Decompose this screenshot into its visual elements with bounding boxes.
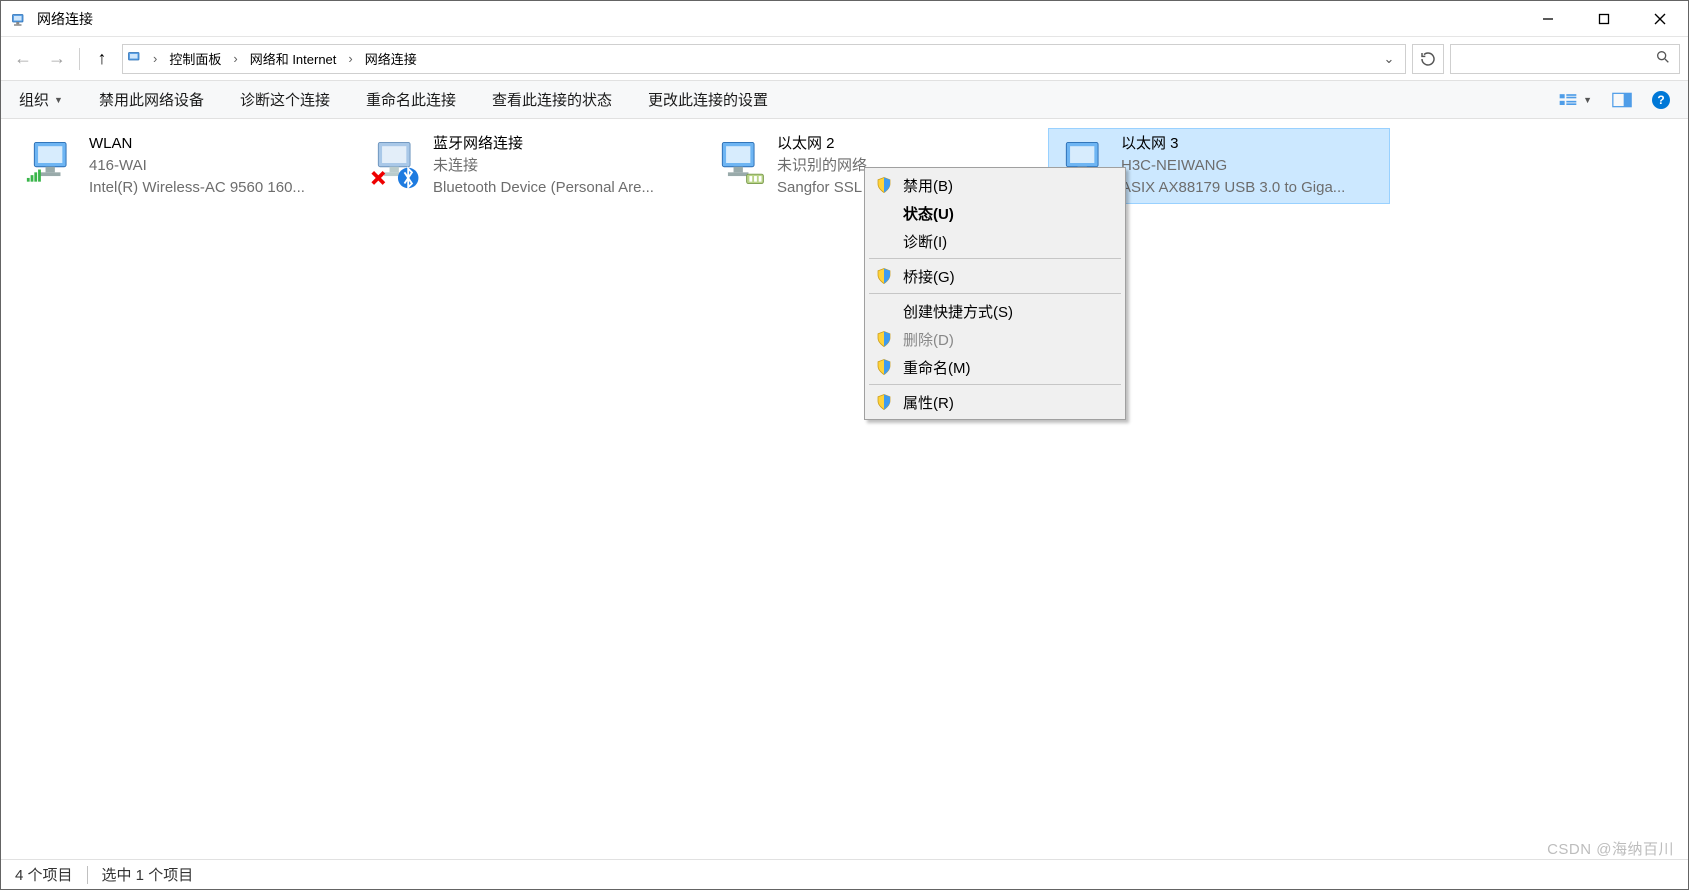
connection-name: 以太网 2 bbox=[777, 133, 1039, 155]
up-button[interactable]: ↑ bbox=[88, 45, 116, 73]
computer-ethernet-icon bbox=[711, 133, 771, 193]
view-status-button[interactable]: 查看此连接的状态 bbox=[492, 89, 612, 110]
search-input[interactable] bbox=[1450, 44, 1680, 74]
connection-status: H3C-NEIWANG bbox=[1121, 155, 1383, 177]
close-button[interactable] bbox=[1632, 1, 1688, 37]
connection-status: 416-WAI bbox=[89, 155, 351, 177]
shield-icon bbox=[875, 330, 893, 348]
change-settings-button[interactable]: 更改此连接的设置 bbox=[648, 89, 768, 110]
help-icon[interactable]: ? bbox=[1652, 91, 1670, 109]
chevron-right-icon: › bbox=[151, 51, 159, 66]
path-icon bbox=[127, 48, 145, 69]
disable-device-button[interactable]: 禁用此网络设备 bbox=[99, 89, 204, 110]
window-title: 网络连接 bbox=[37, 9, 93, 29]
connection-list: WLAN 416-WAI Intel(R) Wireless-AC 9560 1… bbox=[15, 129, 1674, 203]
separator bbox=[869, 293, 1121, 294]
connection-item-bluetooth[interactable]: 蓝牙网络连接 未连接 Bluetooth Device (Personal Ar… bbox=[361, 129, 701, 203]
shield-icon bbox=[875, 358, 893, 376]
connection-name: WLAN bbox=[89, 133, 351, 155]
ctx-diagnose[interactable]: 诊断(I) bbox=[867, 227, 1123, 255]
connection-status: 未连接 bbox=[433, 155, 695, 177]
connection-device: Intel(R) Wireless-AC 9560 160... bbox=[89, 177, 351, 199]
connection-device: Bluetooth Device (Personal Are... bbox=[433, 177, 695, 199]
status-bar: 4 个项目 选中 1 个项目 bbox=[1, 859, 1688, 889]
computer-wifi-icon bbox=[23, 133, 83, 193]
chevron-down-icon: ▼ bbox=[1583, 95, 1592, 105]
connection-device: ASIX AX88179 USB 3.0 to Giga... bbox=[1121, 177, 1383, 199]
ctx-delete[interactable]: 删除(D) bbox=[867, 325, 1123, 353]
rename-button[interactable]: 重命名此连接 bbox=[366, 89, 456, 110]
search-icon bbox=[1655, 49, 1671, 68]
shield-icon bbox=[875, 176, 893, 194]
forward-button[interactable]: → bbox=[43, 45, 71, 73]
explorer-window: 网络连接 ← → ↑ › 控制面板 › 网络和 Internet › 网络连接 … bbox=[0, 0, 1689, 890]
command-bar: 组织▼ 禁用此网络设备 诊断这个连接 重命名此连接 查看此连接的状态 更改此连接… bbox=[1, 81, 1688, 119]
history-dropdown[interactable]: ⌄ bbox=[1377, 47, 1401, 71]
ctx-status[interactable]: 状态(U) bbox=[867, 199, 1123, 227]
preview-pane-button[interactable] bbox=[1612, 92, 1632, 108]
ctx-properties[interactable]: 属性(R) bbox=[867, 388, 1123, 416]
content-area[interactable]: WLAN 416-WAI Intel(R) Wireless-AC 9560 1… bbox=[1, 119, 1688, 859]
window-icon bbox=[11, 10, 29, 28]
diagnose-button[interactable]: 诊断这个连接 bbox=[240, 89, 330, 110]
shield-icon bbox=[875, 267, 893, 285]
address-bar[interactable]: › 控制面板 › 网络和 Internet › 网络连接 ⌄ bbox=[122, 44, 1406, 74]
context-menu: 禁用(B) 状态(U) 诊断(I) 桥接(G) 创建快捷方式(S) 删除(D) … bbox=[864, 167, 1126, 420]
ctx-shortcut[interactable]: 创建快捷方式(S) bbox=[867, 297, 1123, 325]
chevron-right-icon: › bbox=[346, 51, 354, 66]
ctx-disable[interactable]: 禁用(B) bbox=[867, 171, 1123, 199]
shield-icon bbox=[875, 393, 893, 411]
chevron-down-icon: ▼ bbox=[54, 95, 63, 105]
back-button[interactable]: ← bbox=[9, 45, 37, 73]
ctx-bridge[interactable]: 桥接(G) bbox=[867, 262, 1123, 290]
address-row: ← → ↑ › 控制面板 › 网络和 Internet › 网络连接 ⌄ bbox=[1, 37, 1688, 81]
separator bbox=[869, 384, 1121, 385]
selected-count: 选中 1 个项目 bbox=[102, 864, 194, 885]
connection-item-wlan[interactable]: WLAN 416-WAI Intel(R) Wireless-AC 9560 1… bbox=[17, 129, 357, 203]
separator bbox=[87, 866, 88, 884]
separator bbox=[79, 48, 80, 70]
computer-bluetooth-disabled-icon bbox=[367, 133, 427, 193]
window-buttons bbox=[1520, 1, 1688, 37]
connection-name: 蓝牙网络连接 bbox=[433, 133, 695, 155]
breadcrumb[interactable]: 网络和 Internet bbox=[246, 49, 341, 68]
title-bar: 网络连接 bbox=[1, 1, 1688, 37]
separator bbox=[869, 258, 1121, 259]
ctx-rename[interactable]: 重命名(M) bbox=[867, 353, 1123, 381]
breadcrumb[interactable]: 网络连接 bbox=[361, 49, 421, 68]
connection-name: 以太网 3 bbox=[1121, 133, 1383, 155]
chevron-right-icon: › bbox=[231, 51, 239, 66]
minimize-button[interactable] bbox=[1520, 1, 1576, 37]
view-options-button[interactable]: ▼ bbox=[1558, 91, 1592, 109]
breadcrumb[interactable]: 控制面板 bbox=[165, 49, 225, 68]
item-count: 4 个项目 bbox=[15, 864, 73, 885]
maximize-button[interactable] bbox=[1576, 1, 1632, 37]
organize-button[interactable]: 组织▼ bbox=[19, 89, 63, 110]
refresh-button[interactable] bbox=[1412, 44, 1444, 74]
